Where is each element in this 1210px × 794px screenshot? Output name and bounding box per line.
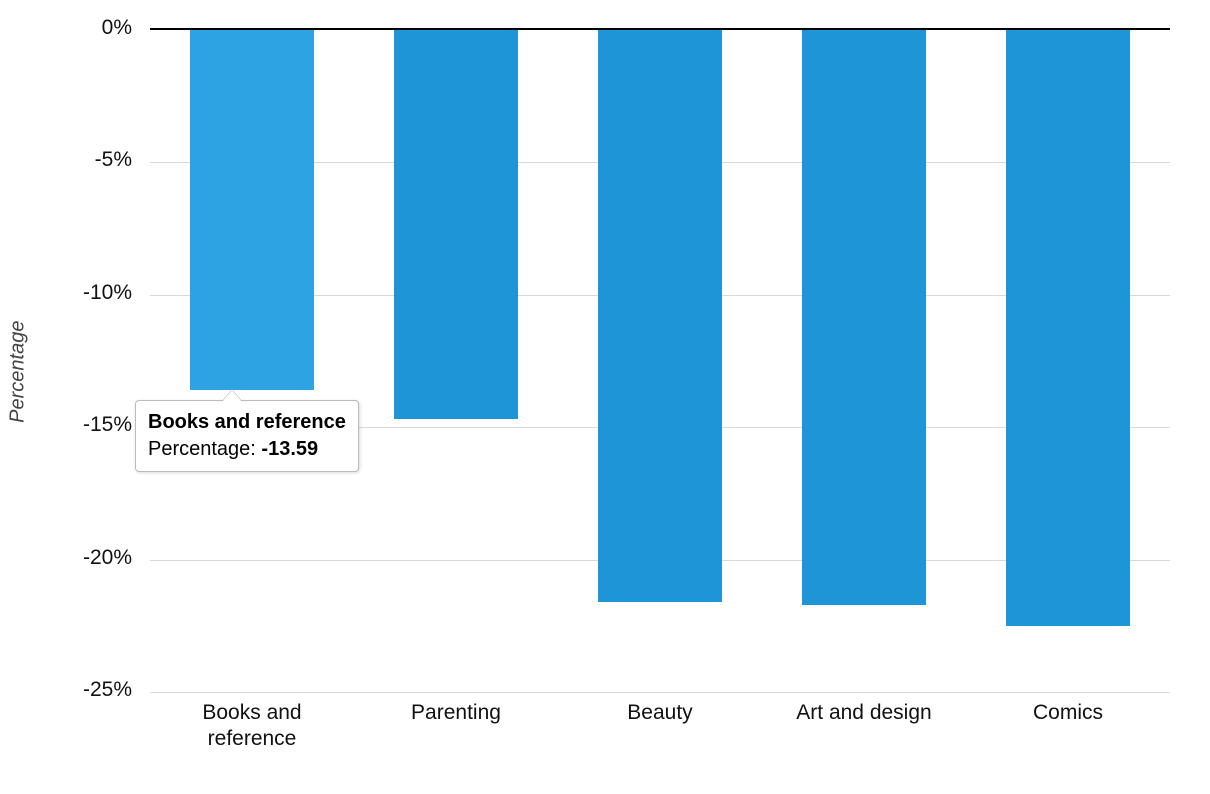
y-tick-label: 0% xyxy=(0,16,132,40)
y-axis-title: Percentage xyxy=(7,321,30,423)
bar[interactable] xyxy=(190,30,314,390)
x-tick-label: Parenting xyxy=(354,700,558,753)
x-tick-label: Comics xyxy=(966,700,1170,753)
bar[interactable] xyxy=(394,30,518,419)
bar-slot xyxy=(966,30,1170,690)
y-tick-label: -10% xyxy=(0,281,132,305)
bar-slot xyxy=(354,30,558,690)
y-tick-label: -20% xyxy=(0,546,132,570)
tooltip-pointer xyxy=(222,390,242,402)
bar-slot xyxy=(558,30,762,690)
bar[interactable] xyxy=(598,30,722,602)
bar-slot xyxy=(150,30,354,690)
x-tick-label: Art and design xyxy=(762,700,966,753)
tooltip-series-label: Percentage: xyxy=(148,438,256,460)
tooltip-title: Books and reference xyxy=(148,409,346,436)
tooltip-value: -13.59 xyxy=(261,438,318,460)
y-tick-label: -5% xyxy=(0,148,132,172)
bar-chart: Percentage 0% -5% -10% -15% -20% -25% Books a… xyxy=(0,0,1210,794)
tooltip: Books and reference Percentage: -13.59 xyxy=(135,400,359,472)
gridline xyxy=(150,692,1170,693)
x-tick-label: Books and reference xyxy=(150,700,354,753)
plot-area xyxy=(150,28,1170,690)
bars-group xyxy=(150,30,1170,690)
y-tick-label: -15% xyxy=(0,413,132,437)
bar-slot xyxy=(762,30,966,690)
x-axis-labels: Books and referenceParentingBeautyArt an… xyxy=(150,700,1170,753)
y-tick-label: -25% xyxy=(0,678,132,702)
bar[interactable] xyxy=(802,30,926,605)
bar[interactable] xyxy=(1006,30,1130,626)
x-tick-label: Beauty xyxy=(558,700,762,753)
